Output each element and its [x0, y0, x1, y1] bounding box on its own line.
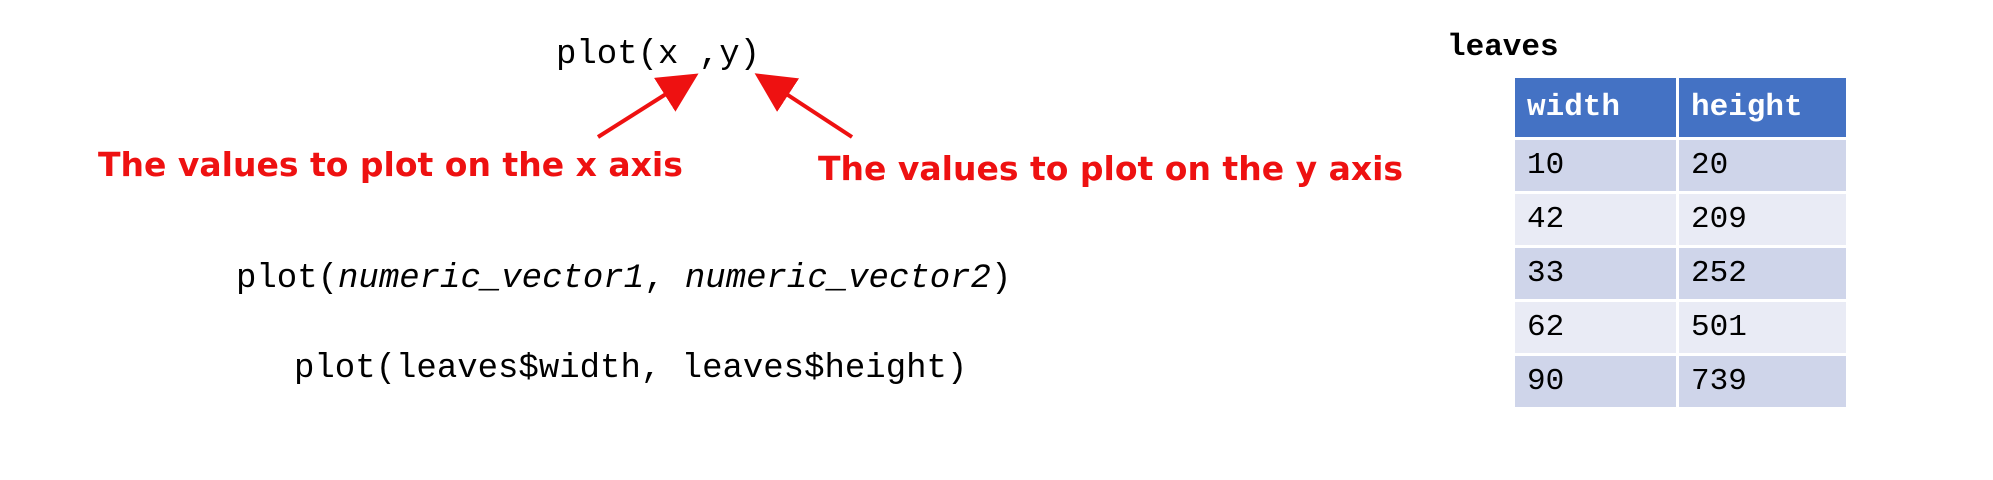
cell-width: 33: [1512, 245, 1679, 302]
y-axis-annotation: The values to plot on the y axis: [818, 149, 1404, 188]
table-row: 42 209: [1512, 191, 1849, 248]
numeric-vector1-arg: numeric_vector1: [338, 260, 645, 298]
cell-width: 62: [1512, 299, 1679, 356]
y-arrow: [754, 73, 854, 139]
cell-width: 10: [1512, 137, 1679, 194]
cell-height: 501: [1676, 299, 1849, 356]
cell-height: 20: [1676, 137, 1849, 194]
table-row: 90 739: [1512, 353, 1849, 410]
table-row: 33 252: [1512, 245, 1849, 302]
leaves-table: width height 10 20 42 209 33 252 62 501 …: [1512, 75, 1849, 410]
code-separator: ,: [644, 260, 685, 298]
table-row: 62 501: [1512, 299, 1849, 356]
table-title: leaves: [1447, 30, 1559, 65]
cell-width: 90: [1512, 353, 1679, 410]
plot-generic-code: plot(numeric_vector1, numeric_vector2): [236, 262, 1011, 296]
column-header-width: width: [1512, 75, 1679, 140]
plot-leaves-code: plot(leaves$width, leaves$height): [294, 350, 968, 388]
cell-height: 209: [1676, 191, 1849, 248]
x-axis-annotation: The values to plot on the x axis: [98, 145, 683, 184]
code-prefix: plot(: [236, 260, 339, 298]
table-row: 10 20: [1512, 137, 1849, 194]
cell-height: 252: [1676, 245, 1849, 302]
column-header-height: height: [1676, 75, 1849, 140]
x-arrow: [596, 73, 699, 139]
plot-xy-code: plot(x ,y): [556, 36, 761, 74]
code-suffix: ): [990, 260, 1012, 298]
cell-width: 42: [1512, 191, 1679, 248]
cell-height: 739: [1676, 353, 1849, 410]
table-header-row: width height: [1512, 75, 1849, 140]
numeric-vector2-arg: numeric_vector2: [684, 260, 991, 298]
